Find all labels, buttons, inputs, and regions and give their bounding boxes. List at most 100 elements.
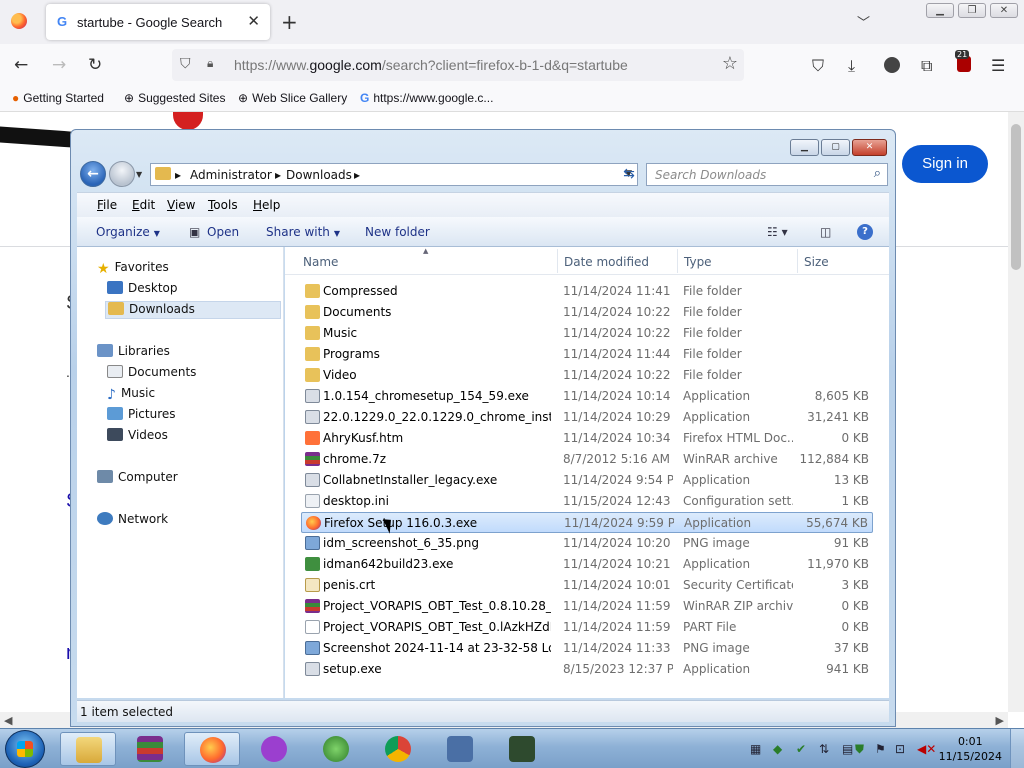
breadcrumb-administrator[interactable]: Administrator [190,168,272,182]
menu-edit[interactable]: Edit [132,198,155,212]
chevron-right-icon[interactable]: ▸ [175,168,181,182]
nav-pictures[interactable]: Pictures [107,407,176,425]
file-row[interactable]: Music 11/14/2024 10:22 ... File folder [301,323,873,344]
bookmark-star-icon[interactable]: ☆ [722,53,738,74]
back-button[interactable]: ← [80,161,106,187]
file-row[interactable]: Documents 11/14/2024 10:22 ... File folder [301,302,873,323]
pocket-icon[interactable]: ⛉ [812,56,824,76]
extensions-puzzle-icon[interactable]: ⧉ [921,56,932,76]
nav-downloads[interactable]: Downloads [105,301,281,319]
bookmark-google[interactable]: Ghttps://www.google.c... [360,91,493,105]
task-firefox[interactable] [184,732,240,766]
network-icon[interactable]: ⊡ [895,742,909,756]
file-row[interactable]: Project_VORAPIS_OBT_Test_0.8.10.28_(17..… [301,596,873,617]
back-arrow-icon[interactable]: ← [14,55,28,75]
file-row[interactable]: chrome.7z 8/7/2012 5:16 AM WinRAR archive 1… [301,449,873,470]
scroll-left-icon[interactable]: ◀ [4,714,12,727]
tray-download-icon[interactable]: ◆ [773,742,787,756]
tray-shield-icon[interactable]: ⛊ [855,742,869,756]
url-text[interactable]: https://www.google.com/search?client=fir… [234,57,628,73]
recent-pages-dropdown-icon[interactable]: ▼ [136,170,142,179]
url-bar[interactable]: ⛉ 🔒︎ https://www.google.com/search?clien… [172,49,744,81]
nav-computer[interactable]: Computer [97,470,178,488]
action-center-flag-icon[interactable]: ⚑ [875,742,889,756]
task-terminal-app[interactable] [494,732,550,766]
new-folder-button[interactable]: New folder [365,225,430,239]
new-tab-button[interactable]: + [281,10,298,34]
file-row[interactable]: Programs 11/14/2024 11:44 ... File folder [301,344,873,365]
file-row[interactable]: Video 11/14/2024 10:22 ... File folder [301,365,873,386]
file-row[interactable]: penis.crt 11/14/2024 10:01 ... Security Ce… [301,575,873,596]
change-view-icon[interactable]: ☷ ▾ [767,225,788,239]
file-row[interactable]: 22.0.1229.0_22.0.1229.0_chrome_installer… [301,407,873,428]
sign-in-button[interactable]: Sign in [902,145,988,183]
organize-button[interactable]: Organize ▼ [96,225,160,239]
browser-restore-button[interactable]: ❐ [958,3,986,18]
bookmark-getting-started[interactable]: ● Getting Started [12,91,104,105]
nav-desktop[interactable]: Desktop [107,281,178,299]
scrollbar-thumb[interactable] [1011,124,1021,270]
task-network-app[interactable] [432,732,488,766]
forward-button[interactable] [109,161,135,187]
file-row[interactable]: AhryKusf.htm 11/14/2024 10:34 ... Firefox … [301,428,873,449]
reload-icon[interactable]: ↻ [88,55,102,75]
task-chrome[interactable] [370,732,426,766]
menu-help[interactable]: Help [253,198,280,212]
file-row[interactable]: Compressed 11/14/2024 11:41 ... File folde… [301,281,873,302]
task-winrar[interactable] [122,732,178,766]
chevron-right-icon[interactable]: ▸ [275,168,281,182]
search-icon[interactable]: ⌕ [874,166,881,181]
column-divider[interactable] [797,249,798,273]
maximize-button[interactable]: ▢ [821,139,850,156]
preview-pane-icon[interactable]: ◫ [820,225,831,239]
firefox-logo-icon[interactable] [11,13,27,29]
column-divider[interactable] [677,249,678,273]
browser-minimize-button[interactable]: ▁ [926,3,954,18]
volume-muted-icon[interactable]: ◀✕ [917,742,936,756]
downloads-icon[interactable]: ⤓ [848,56,855,76]
nav-libraries[interactable]: Libraries [97,344,170,362]
file-row[interactable]: setup.exe 8/15/2023 12:37 PM Application 94… [301,659,873,680]
tray-usb-icon[interactable]: ⇅ [819,742,833,756]
account-avatar-icon[interactable] [884,57,900,73]
browser-tab-active[interactable]: G startube - Google Search ✕ [46,4,270,40]
nav-network[interactable]: Network [97,512,168,530]
column-name[interactable]: Name [303,255,338,269]
task-app-mask[interactable] [246,732,302,766]
minimize-button[interactable]: ▁ [790,139,819,156]
tab-close-icon[interactable]: ✕ [247,12,260,30]
file-row[interactable]: Project_VORAPIS_OBT_Test_0.lAzkHZdN.... 1… [301,617,873,638]
menu-view[interactable]: View [167,198,195,212]
file-row[interactable]: 1.0.154_chromesetup_154_59.exe 11/14/2024… [301,386,873,407]
column-size[interactable]: Size [804,255,829,269]
bookmark-web-slice-gallery[interactable]: ⊕ Web Slice Gallery [238,91,347,105]
scroll-right-icon[interactable]: ▶ [996,714,1004,727]
nav-music[interactable]: ♪ Music [107,386,155,404]
menu-tools[interactable]: Tools [208,198,238,212]
bookmark-suggested-sites[interactable]: ⊕ Suggested Sites [124,91,225,105]
help-icon[interactable]: ? [857,224,873,240]
explorer-window[interactable]: ▁ ▢ ✕ ← ▼ ▸ Administrator ▸ Downloads ▸ … [70,129,896,727]
share-with-button[interactable]: Share with ▼ [266,225,340,239]
nav-videos[interactable]: Videos [107,428,168,446]
lock-icon[interactable]: 🔒︎ [207,56,213,71]
forward-arrow-icon[interactable]: → [52,55,66,75]
refresh-icon[interactable]: ⇆ [618,163,640,186]
browser-close-button[interactable]: ✕ [990,3,1018,18]
start-button[interactable] [5,730,45,768]
close-button[interactable]: ✕ [852,139,887,156]
task-globe-app[interactable] [308,732,364,766]
file-row[interactable]: desktop.ini 11/15/2024 12:43 ... Configura… [301,491,873,512]
open-button[interactable]: Open [207,225,239,239]
menu-file[interactable]: File [97,198,117,212]
task-explorer[interactable] [60,732,116,766]
nav-documents[interactable]: Documents [107,365,196,383]
nav-favorites[interactable]: ★ Favorites [97,260,169,278]
list-all-tabs-icon[interactable]: ﹀ [857,12,870,31]
file-row[interactable]: idman642build23.exe 11/14/2024 10:21 ... A… [301,554,873,575]
file-row[interactable]: CollabnetInstaller_legacy.exe 11/14/2024 … [301,470,873,491]
address-bar[interactable]: ▸ Administrator ▸ Downloads ▸ ▼ [150,163,638,186]
clock[interactable]: 0:01 11/15/2024 [939,734,1002,764]
tray-check-icon[interactable]: ✔ [796,742,810,756]
tracking-shield-icon[interactable]: ⛉ [180,56,191,72]
